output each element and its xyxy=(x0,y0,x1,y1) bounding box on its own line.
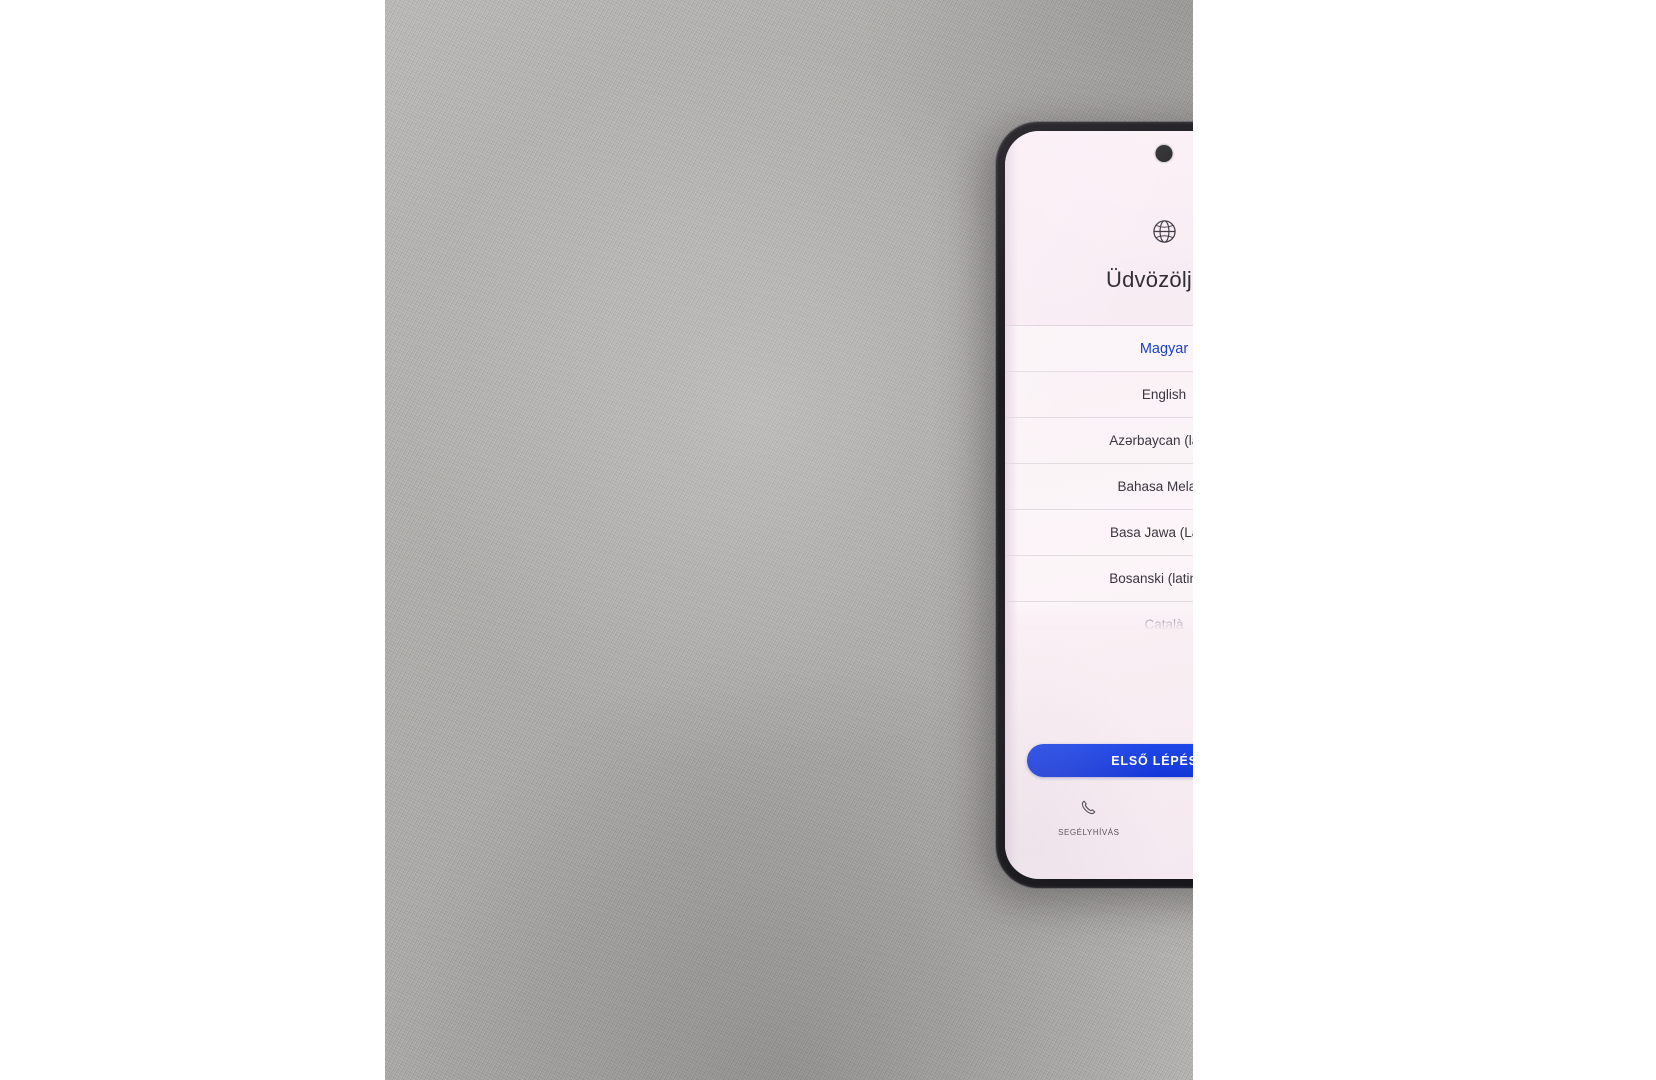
get-started-button[interactable]: ELSŐ LÉPÉSEK xyxy=(1027,744,1193,777)
language-list[interactable]: Magyar English Azərbaycan (latın) Bahasa… xyxy=(1005,325,1193,629)
language-option-azerbaycan[interactable]: Azərbaycan (latın) xyxy=(1005,418,1193,464)
front-camera xyxy=(1155,145,1173,162)
listing-photo: 100% xyxy=(385,0,1193,1080)
language-option-magyar[interactable]: Magyar xyxy=(1005,326,1193,372)
phone-icon xyxy=(1080,799,1097,821)
language-option-bahasa-melayu[interactable]: Bahasa Melayu xyxy=(1005,464,1193,510)
language-option-bosanski[interactable]: Bosanski (latinica) xyxy=(1005,556,1193,602)
screenshot-canvas: 100% xyxy=(0,0,1656,1080)
cta-container: ELSŐ LÉPÉSEK xyxy=(1005,744,1193,777)
emergency-call-action[interactable]: SEGÉLYHÍVÁS xyxy=(1058,799,1119,837)
language-option-english[interactable]: English xyxy=(1005,372,1193,418)
page-title: Üdvözöljük! xyxy=(1106,267,1193,292)
footer-actions: SEGÉLYHÍVÁS OLVASÁS SEGÍTŐ xyxy=(1005,799,1193,837)
phone-screen: 100% xyxy=(1005,131,1193,879)
setup-wizard-content: Üdvözöljük! Magyar English Azərbaycan (l… xyxy=(1005,165,1193,879)
language-option-catala[interactable]: Català xyxy=(1005,602,1193,629)
language-option-basa-jawa[interactable]: Basa Jawa (Latin) xyxy=(1005,510,1193,556)
site-watermark: Jófogás xyxy=(11,3,139,41)
smartphone-device: 100% xyxy=(996,122,1193,888)
emergency-call-label: SEGÉLYHÍVÁS xyxy=(1058,828,1120,837)
globe-icon-container xyxy=(1005,219,1193,249)
globe-icon xyxy=(1152,219,1177,249)
